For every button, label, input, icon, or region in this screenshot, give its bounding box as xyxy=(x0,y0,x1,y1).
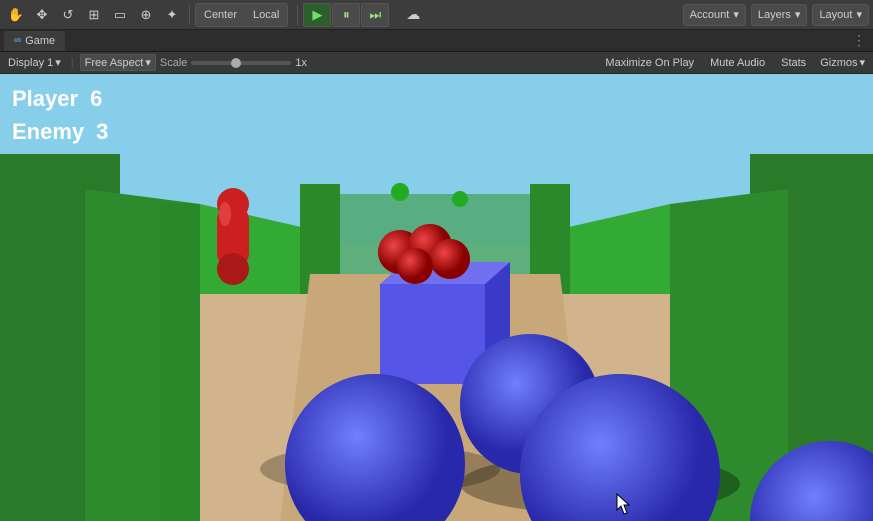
player-row: Player 6 xyxy=(12,82,108,115)
game-viewport[interactable]: Player 6 Enemy 3 xyxy=(0,74,873,521)
gizmos-label: Gizmos xyxy=(820,57,857,69)
step-btn[interactable]: ⏭ xyxy=(361,3,389,27)
enemy-label: Enemy xyxy=(12,115,84,148)
enemy-row: Enemy 3 xyxy=(12,115,108,148)
display-chevron-icon: ▾ xyxy=(55,56,61,69)
rect-tool-btn[interactable]: ▭ xyxy=(108,3,132,27)
display-label: Display 1 xyxy=(8,57,53,69)
account-chevron-icon: ▾ xyxy=(733,8,739,21)
layout-label: Layout xyxy=(819,9,852,21)
hud-overlay: Player 6 Enemy 3 xyxy=(0,74,120,156)
hand-tool-btn[interactable]: ✋ xyxy=(4,3,28,27)
layout-dropdown[interactable]: Layout ▾ xyxy=(812,4,869,26)
scale-slider-thumb xyxy=(231,58,241,68)
gizmos-chevron-icon: ▾ xyxy=(859,56,865,69)
transform-tool-btn[interactable]: ⊕ xyxy=(134,3,158,27)
local-btn[interactable]: Local xyxy=(245,4,287,26)
layers-chevron-icon: ▾ xyxy=(795,8,801,21)
layers-label: Layers xyxy=(758,9,791,21)
enemy-value: 3 xyxy=(96,115,108,148)
scale-value: 1x xyxy=(295,57,307,69)
mute-audio-btn[interactable]: Mute Audio xyxy=(704,56,771,70)
display-dropdown[interactable]: Display 1 ▾ xyxy=(4,55,65,70)
aspect-dropdown[interactable]: Free Aspect ▾ xyxy=(80,54,156,71)
separator-2 xyxy=(297,5,298,25)
layout-chevron-icon: ▾ xyxy=(856,8,862,21)
center-btn[interactable]: Center xyxy=(196,4,245,26)
tab-label: Game xyxy=(25,35,55,47)
play-btn[interactable]: ▶ xyxy=(303,3,331,27)
aspect-chevron-icon: ▾ xyxy=(145,56,151,69)
stats-btn[interactable]: Stats xyxy=(775,56,812,70)
player-value: 6 xyxy=(90,82,102,115)
scale-tool-btn[interactable]: ⊞ xyxy=(82,3,106,27)
gizmos-dropdown[interactable]: Gizmos ▾ xyxy=(816,55,869,70)
player-label: Player xyxy=(12,82,78,115)
tab-options-btn[interactable]: ⋮ xyxy=(849,31,869,51)
pipe-separator: | xyxy=(71,57,74,69)
pause-btn[interactable]: ⏸ xyxy=(332,3,360,27)
play-controls: ▶ ⏸ ⏭ xyxy=(303,3,389,27)
layers-dropdown[interactable]: Layers ▾ xyxy=(751,4,808,26)
tab-infinity-icon: ∞ xyxy=(14,35,21,46)
scale-text: Scale xyxy=(160,57,188,69)
custom-tool-btn[interactable]: ✦ xyxy=(160,3,184,27)
rotate-tool-btn[interactable]: ↺ xyxy=(56,3,80,27)
tab-bar: ∞ Game ⋮ xyxy=(0,30,873,52)
scale-slider[interactable] xyxy=(191,61,291,65)
center-local-toggle[interactable]: Center Local xyxy=(195,3,288,27)
account-dropdown[interactable]: Account ▾ xyxy=(683,4,746,26)
maximize-on-play-btn[interactable]: Maximize On Play xyxy=(599,56,700,70)
game-toolbar: Display 1 ▾ | Free Aspect ▾ Scale 1x Max… xyxy=(0,52,873,74)
separator-1 xyxy=(189,5,190,25)
move-tool-btn[interactable]: ✥ xyxy=(30,3,54,27)
top-toolbar: ✋ ✥ ↺ ⊞ ▭ ⊕ ✦ Center Local ▶ ⏸ ⏭ ☁ Accou… xyxy=(0,0,873,30)
aspect-label: Free Aspect xyxy=(85,57,144,69)
cloud-btn[interactable]: ☁ xyxy=(399,3,427,27)
game-tab[interactable]: ∞ Game xyxy=(4,31,65,51)
scene-svg xyxy=(0,74,873,521)
account-label: Account xyxy=(690,9,730,21)
